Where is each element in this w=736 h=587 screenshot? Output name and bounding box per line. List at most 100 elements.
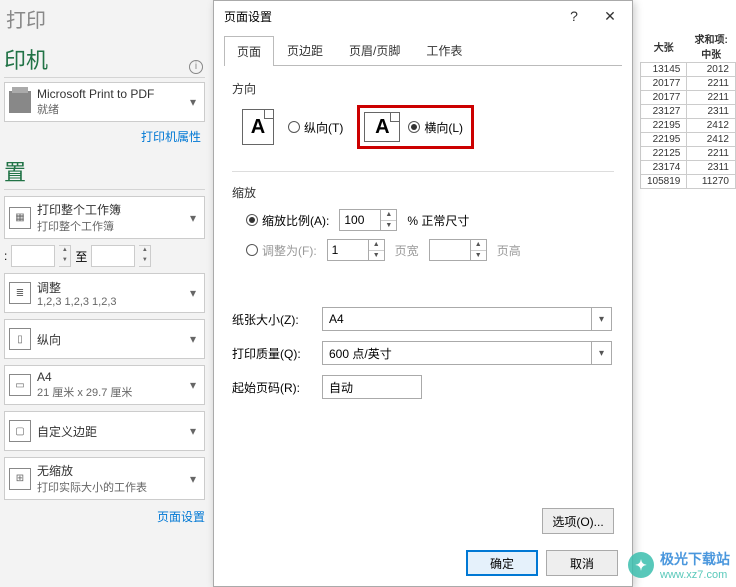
table-row: 231272311 <box>641 105 736 119</box>
spreadsheet-preview: 大张求和项:中张 131452012 201772211 201772211 2… <box>640 30 736 189</box>
paper-size-select[interactable]: A4 ▾ <box>322 307 612 331</box>
first-page-input[interactable] <box>322 375 422 399</box>
print-scope-selector[interactable]: ▦ 打印整个工作簿 打印整个工作簿 ▾ <box>4 196 205 239</box>
chevron-down-icon: ▾ <box>591 342 611 364</box>
adjust-percent-input[interactable] <box>339 209 381 231</box>
paper-title: A4 <box>37 370 184 384</box>
margins-title: 自定义边距 <box>37 423 184 440</box>
radio-icon <box>288 121 300 133</box>
fit-height-spinner[interactable]: ▲▼ <box>429 239 487 261</box>
print-title: 打印 <box>6 4 205 33</box>
print-backstage-panel: 打印 印机 i Microsoft Print to PDF 就绪 ▾ 打印机属… <box>0 0 213 587</box>
table-row: 10581911270 <box>641 175 736 189</box>
col-header: 大张 <box>641 30 687 63</box>
info-icon[interactable]: i <box>189 60 203 74</box>
page-to-input[interactable] <box>91 245 135 267</box>
page-from-input[interactable] <box>11 245 55 267</box>
printer-icon <box>9 91 31 113</box>
collate-sub: 1,2,3 1,2,3 1,2,3 <box>37 296 184 308</box>
paper-sub: 21 厘米 x 29.7 厘米 <box>37 384 184 400</box>
adjust-to-label: 缩放比例(A): <box>262 212 329 229</box>
fit-to-label: 调整为(F): <box>262 242 317 259</box>
watermark-url: www.xz7.com <box>660 569 730 581</box>
close-button[interactable]: ✕ <box>592 2 628 30</box>
printer-name: Microsoft Print to PDF <box>37 87 184 101</box>
collate-title: 调整 <box>37 279 184 296</box>
print-quality-value: 600 点/英寸 <box>329 345 392 362</box>
tab-sheet[interactable]: 工作表 <box>413 35 475 65</box>
orientation-title: 纵向 <box>37 331 184 348</box>
paper-icon: ▭ <box>9 374 31 396</box>
table-row: 201772211 <box>641 77 736 91</box>
print-quality-select[interactable]: 600 点/英寸 ▾ <box>322 341 612 365</box>
chevron-down-icon: ▾ <box>184 332 202 346</box>
fit-width-input[interactable] <box>327 239 369 261</box>
portrait-icon: ▯ <box>9 328 31 350</box>
watermark-name: 极光下载站 <box>660 549 730 569</box>
chevron-down-icon: ▾ <box>184 211 202 225</box>
scaling-icon: ⊞ <box>9 468 31 490</box>
portrait-page-icon: A <box>242 109 274 145</box>
margins-selector[interactable]: ▢ 自定义边距 ▾ <box>4 411 205 451</box>
dialog-titlebar: 页面设置 ? ✕ <box>214 1 632 31</box>
fit-height-input[interactable] <box>429 239 471 261</box>
tab-page[interactable]: 页面 <box>224 36 274 66</box>
tab-header-footer[interactable]: 页眉/页脚 <box>336 35 413 65</box>
orientation-selector[interactable]: ▯ 纵向 ▾ <box>4 319 205 359</box>
chevron-down-icon: ▾ <box>184 424 202 438</box>
adjust-to-radio[interactable]: 缩放比例(A): <box>246 212 329 229</box>
orientation-group-label: 方向 <box>232 80 614 97</box>
chevron-down-icon: ▾ <box>184 95 202 109</box>
page-range-row: : ▲▼ 至 ▲▼ <box>4 245 205 267</box>
scope-sub: 打印整个工作簿 <box>37 218 184 234</box>
fit-to-radio[interactable]: 调整为(F): <box>246 242 317 259</box>
first-page-label: 起始页码(R): <box>232 379 312 396</box>
settings-section-title: 置 <box>4 155 205 190</box>
scaling-selector[interactable]: ⊞ 无缩放 打印实际大小的工作表 ▾ <box>4 457 205 500</box>
margins-icon: ▢ <box>9 420 31 442</box>
printer-properties-link[interactable]: 打印机属性 <box>4 128 201 145</box>
workbook-icon: ▦ <box>9 207 31 229</box>
dialog-title: 页面设置 <box>224 8 556 25</box>
portrait-radio[interactable]: 纵向(T) <box>288 119 343 136</box>
printer-section-title: 印机 <box>4 43 205 78</box>
print-quality-label: 打印质量(Q): <box>232 345 312 362</box>
divider <box>232 171 614 172</box>
pages-wide-label: 页宽 <box>395 242 419 259</box>
spin-buttons[interactable]: ▲▼ <box>139 245 151 267</box>
chevron-down-icon: ▾ <box>184 472 202 486</box>
page-setup-link[interactable]: 页面设置 <box>4 508 205 525</box>
tab-margins[interactable]: 页边距 <box>274 35 336 65</box>
radio-icon <box>408 121 420 133</box>
cancel-button[interactable]: 取消 <box>546 550 618 576</box>
dialog-tabs: 页面 页边距 页眉/页脚 工作表 <box>224 35 622 66</box>
chevron-down-icon: ▾ <box>184 378 202 392</box>
page-setup-dialog: 页面设置 ? ✕ 页面 页边距 页眉/页脚 工作表 方向 A 纵向(T) A 横… <box>213 0 633 587</box>
printer-selector[interactable]: Microsoft Print to PDF 就绪 ▾ <box>4 82 205 122</box>
spin-buttons[interactable]: ▲▼ <box>59 245 71 267</box>
help-button[interactable]: ? <box>556 2 592 30</box>
paper-size-value: A4 <box>329 312 344 326</box>
scaling-title: 无缩放 <box>37 462 184 479</box>
adjust-percent-spinner[interactable]: ▲▼ <box>339 209 397 231</box>
landscape-page-icon: A <box>364 112 400 142</box>
pages-tall-label: 页高 <box>497 242 521 259</box>
pages-label: : <box>4 249 7 263</box>
portrait-label: 纵向(T) <box>304 119 343 136</box>
fit-width-spinner[interactable]: ▲▼ <box>327 239 385 261</box>
paper-selector[interactable]: ▭ A4 21 厘米 x 29.7 厘米 ▾ <box>4 365 205 405</box>
landscape-label: 横向(L) <box>424 119 463 136</box>
printer-status: 就绪 <box>37 101 184 117</box>
collate-icon: ≣ <box>9 282 31 304</box>
radio-icon <box>246 244 258 256</box>
landscape-highlight: A 横向(L) <box>357 105 474 149</box>
collate-selector[interactable]: ≣ 调整 1,2,3 1,2,3 1,2,3 ▾ <box>4 273 205 313</box>
table-row: 221952412 <box>641 133 736 147</box>
landscape-radio[interactable]: 横向(L) <box>408 119 463 136</box>
scaling-sub: 打印实际大小的工作表 <box>37 479 184 495</box>
radio-icon <box>246 214 258 226</box>
options-button[interactable]: 选项(O)... <box>542 508 614 534</box>
table-row: 221952412 <box>641 119 736 133</box>
ok-button[interactable]: 确定 <box>466 550 538 576</box>
normal-size-label: % 正常尺寸 <box>407 212 469 229</box>
